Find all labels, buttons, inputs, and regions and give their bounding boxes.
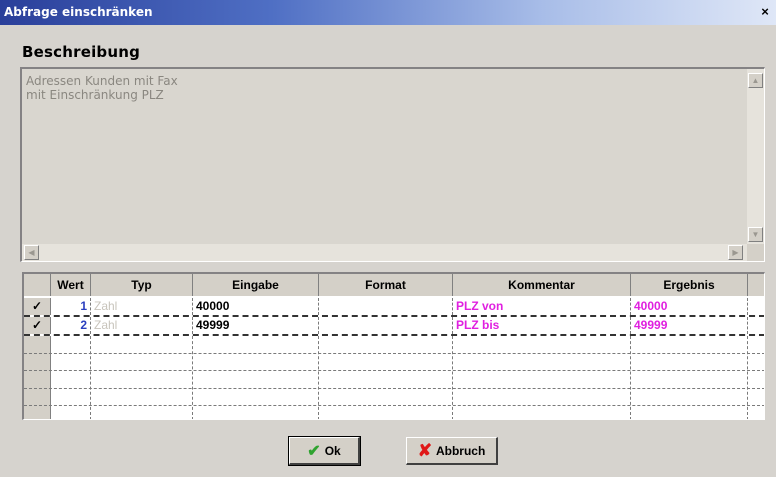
description-label: Beschreibung xyxy=(22,43,141,61)
empty-indicator xyxy=(24,336,51,419)
column-header-typ[interactable]: Typ xyxy=(91,274,193,296)
row-separator xyxy=(24,405,764,406)
header-indicator xyxy=(24,274,51,296)
horizontal-scrollbar[interactable]: ◀ ▶ xyxy=(22,244,748,261)
empty-cell xyxy=(631,336,748,419)
cell-filler xyxy=(748,298,764,315)
cell-ergebnis[interactable]: 49999 xyxy=(631,317,748,334)
cancel-button-label: Abbruch xyxy=(435,443,486,458)
row-separator xyxy=(24,370,764,371)
cell-typ[interactable]: Zahl xyxy=(91,317,193,334)
cell-wert[interactable]: 1 xyxy=(51,298,91,315)
cell-format[interactable] xyxy=(319,317,453,334)
empty-cell xyxy=(193,336,319,419)
column-header-format[interactable]: Format xyxy=(319,274,453,296)
description-text[interactable]: Adressen Kunden mit Fax mit Einschränkun… xyxy=(26,74,736,244)
x-icon: ✘ xyxy=(417,440,432,460)
window-title: Abfrage einschränken xyxy=(4,5,153,19)
cell-kommentar[interactable]: PLZ von xyxy=(453,298,631,315)
description-textarea[interactable]: Adressen Kunden mit Fax mit Einschränkun… xyxy=(20,67,765,262)
column-header-filler xyxy=(748,274,764,296)
cell-filler xyxy=(748,317,764,334)
scroll-left-icon[interactable]: ◀ xyxy=(24,245,39,260)
cell-eingabe[interactable]: 40000 xyxy=(193,298,319,315)
cell-wert[interactable]: 2 xyxy=(51,317,91,334)
checkmark-icon: ✔ xyxy=(307,442,321,460)
scroll-up-icon[interactable]: ▲ xyxy=(748,73,763,88)
column-header-ergebnis[interactable]: Ergebnis xyxy=(631,274,748,296)
ok-button[interactable]: ✔ Ok xyxy=(288,436,361,466)
row-separator xyxy=(24,353,764,354)
column-header-kommentar[interactable]: Kommentar xyxy=(453,274,631,296)
empty-cell xyxy=(748,336,764,419)
grid-header: Wert Typ Eingabe Format Kommentar Ergebn… xyxy=(24,274,764,296)
table-row[interactable]: ✓ 1 Zahl 40000 PLZ von 40000 xyxy=(24,298,764,315)
cancel-button[interactable]: ✘ Abbruch xyxy=(406,437,498,465)
cell-typ[interactable]: Zahl xyxy=(91,298,193,315)
parameter-grid[interactable]: Wert Typ Eingabe Format Kommentar Ergebn… xyxy=(22,272,765,420)
vertical-scrollbar[interactable]: ▲ ▼ xyxy=(747,69,764,246)
cell-kommentar[interactable]: PLZ bis xyxy=(453,317,631,334)
row-separator xyxy=(24,388,764,389)
ok-button-label: Ok xyxy=(324,443,341,458)
close-button[interactable]: × xyxy=(758,4,772,20)
empty-cell xyxy=(453,336,631,419)
cell-format[interactable] xyxy=(319,298,453,315)
empty-cell xyxy=(91,336,193,419)
table-row[interactable]: ✓ 2 Zahl 49999 PLZ bis 49999 xyxy=(24,317,764,334)
empty-cell xyxy=(51,336,91,419)
scroll-corner xyxy=(747,244,764,261)
empty-rows xyxy=(24,336,764,419)
row-check-icon[interactable]: ✓ xyxy=(24,317,51,334)
column-header-wert[interactable]: Wert xyxy=(51,274,91,296)
cell-ergebnis[interactable]: 40000 xyxy=(631,298,748,315)
scroll-right-icon[interactable]: ▶ xyxy=(728,245,743,260)
empty-cell xyxy=(319,336,453,419)
row-check-icon[interactable]: ✓ xyxy=(24,298,51,315)
cell-eingabe[interactable]: 49999 xyxy=(193,317,319,334)
scroll-down-icon[interactable]: ▼ xyxy=(748,227,763,242)
dialog-window: Abfrage einschränken × Beschreibung Adre… xyxy=(0,0,776,477)
column-header-eingabe[interactable]: Eingabe xyxy=(193,274,319,296)
title-bar[interactable]: Abfrage einschränken × xyxy=(0,0,776,25)
